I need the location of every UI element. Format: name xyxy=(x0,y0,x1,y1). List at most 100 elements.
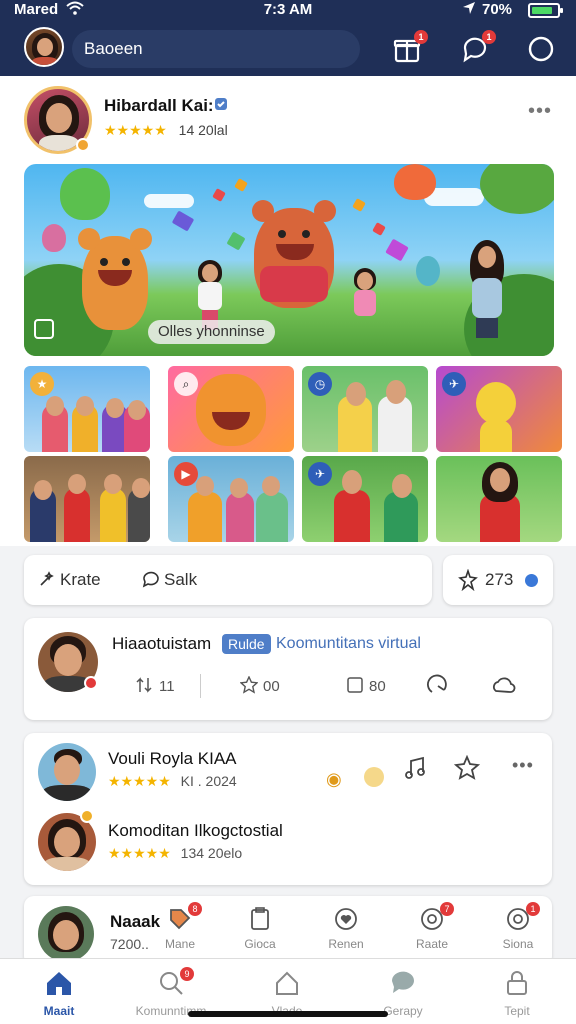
reaction-count-button[interactable]: 273 xyxy=(443,555,553,605)
create-label: Krate xyxy=(60,570,101,589)
media-tile[interactable]: ✈ xyxy=(436,366,562,452)
media-tile[interactable]: ✈ xyxy=(302,456,428,542)
post-subtitle[interactable]: Koomuntitans virtual xyxy=(276,635,421,653)
profile-name[interactable]: Hibardall Kai: xyxy=(104,96,214,116)
media-tile[interactable]: ▶ xyxy=(168,456,294,542)
create-button[interactable]: Krate xyxy=(38,555,101,605)
person-stars-1: ★★★★★ xyxy=(108,773,171,789)
live-badge xyxy=(84,676,98,690)
eye-icon[interactable]: ◉ xyxy=(326,769,342,790)
menu-button[interactable] xyxy=(526,34,556,64)
home-icon xyxy=(47,972,71,995)
status-dot xyxy=(525,574,538,587)
category-pill[interactable]: Rulde xyxy=(222,634,271,654)
post-author[interactable]: Hiaaotuistam xyxy=(112,634,211,654)
person-meta-text-1: KI . 2024 xyxy=(180,773,237,789)
swap-icon xyxy=(136,677,152,693)
quick-actions: 8 Mane Gioca Renen 7 Raate 1 Siona xyxy=(150,902,552,956)
quick-renen[interactable]: Renen xyxy=(316,906,376,951)
house-outline-icon xyxy=(276,971,298,995)
cloud-button[interactable] xyxy=(490,672,516,698)
user-avatar[interactable] xyxy=(24,27,64,67)
rating-text: 14 20lal xyxy=(178,122,228,138)
curl-icon xyxy=(427,674,447,693)
quick-badge: 1 xyxy=(526,902,540,916)
expand-icon[interactable] xyxy=(34,319,54,339)
partial-meta: 7200.. xyxy=(110,936,149,952)
media-tile[interactable]: ◷ xyxy=(302,366,428,452)
sparkle-icon xyxy=(458,569,478,591)
person-meta-1: ★★★★★ KI . 2024 xyxy=(108,773,237,790)
battery-icon xyxy=(528,3,563,18)
person-meta-text-2: 134 20elo xyxy=(180,845,243,861)
more-options-icon[interactable]: ••• xyxy=(512,755,534,776)
quick-label: Siona xyxy=(502,937,534,951)
media-tile[interactable] xyxy=(24,456,150,542)
talk-label: Salk xyxy=(164,570,198,589)
gift-badge: 1 xyxy=(414,30,428,44)
partial-avatar[interactable] xyxy=(38,906,94,962)
clock-chip-icon: ◷ xyxy=(308,372,332,396)
music-button[interactable] xyxy=(402,755,428,781)
online-badge xyxy=(76,138,90,152)
media-grid: ★ ⌕ ◷ ✈ ▶ ✈ xyxy=(24,366,562,542)
quick-mane[interactable]: 8 Mane xyxy=(150,902,210,951)
person-stars-2: ★★★★★ xyxy=(108,845,171,861)
save-count: 80 xyxy=(369,678,386,695)
star-stat[interactable]: 00 xyxy=(239,675,280,695)
quick-label: Raate xyxy=(415,937,449,951)
media-tile[interactable]: ★ xyxy=(24,366,150,452)
quick-siona[interactable]: 1 Siona xyxy=(488,902,548,951)
status-bar: Mared 7:3 AM 70% xyxy=(0,0,576,20)
save-stat[interactable]: 80 xyxy=(346,676,386,695)
app-header: Mared 7:3 AM 70% Baoeen 1 1 xyxy=(0,0,576,76)
media-tile[interactable]: ⌕ xyxy=(168,366,294,452)
quick-badge: 8 xyxy=(188,902,202,916)
person-avatar-1[interactable] xyxy=(38,743,96,801)
quick-label: Mane xyxy=(164,937,196,951)
reaction-count: 273 xyxy=(485,570,514,589)
star-outline-icon xyxy=(453,754,481,780)
wand-icon xyxy=(40,571,54,586)
chat-badge: 1 xyxy=(482,30,496,44)
people-card: Vouli Royla KIAA ★★★★★ KI . 2024 ◉ ••• K… xyxy=(24,733,552,885)
person-meta-2: ★★★★★ 134 20elo xyxy=(108,845,242,862)
square-icon xyxy=(347,677,363,693)
star-outline-icon xyxy=(239,675,259,694)
star-chip-icon: ★ xyxy=(30,372,54,396)
search-bar[interactable]: Baoeen xyxy=(72,30,360,68)
search-chip-icon: ⌕ xyxy=(174,372,198,396)
chat-icon xyxy=(391,971,414,993)
emoji-icon[interactable] xyxy=(364,767,384,787)
quick-raate[interactable]: 7 Raate xyxy=(402,902,462,951)
plane-chip-icon: ✈ xyxy=(308,462,332,486)
profile-rating: ★★★★★ 14 20lal xyxy=(104,122,228,139)
share-stat[interactable]: 11 xyxy=(136,676,175,695)
rating-stars: ★★★★★ xyxy=(104,122,167,138)
quick-label: Renen xyxy=(328,937,364,951)
hero-banner[interactable]: Olles yhonninse xyxy=(24,164,554,356)
share-count: 11 xyxy=(159,678,175,695)
talk-button[interactable]: Salk xyxy=(142,555,197,605)
cloud-icon xyxy=(493,677,516,693)
more-options-icon[interactable]: ••• xyxy=(528,100,552,123)
home-indicator xyxy=(188,1011,388,1017)
hero-caption: Olles yhonninse xyxy=(148,320,275,344)
reply-button[interactable] xyxy=(426,672,452,698)
gift-button[interactable]: 1 xyxy=(392,30,428,64)
clipboard-icon xyxy=(251,907,269,930)
nav-profile[interactable]: Tepit xyxy=(472,969,562,1021)
nav-home[interactable]: Maait xyxy=(14,969,104,1021)
media-tile[interactable] xyxy=(436,456,562,542)
heart-circle-icon xyxy=(335,908,357,930)
person-name-1[interactable]: Vouli Royla KIAA xyxy=(108,749,237,769)
person-name-2[interactable]: Komoditan Ilkogctostial xyxy=(108,821,283,841)
nav-badge: 9 xyxy=(180,967,194,981)
post-card[interactable]: Hiaaotuistam Rulde Koomuntitans virtual … xyxy=(24,618,552,720)
star-count: 00 xyxy=(263,678,280,695)
quick-gioca[interactable]: Gioca xyxy=(230,906,290,951)
star-button[interactable] xyxy=(453,754,481,781)
nav-label: Maait xyxy=(43,1004,75,1018)
video-chip-icon: ▶ xyxy=(174,462,198,486)
chat-button[interactable]: 1 xyxy=(460,30,496,64)
